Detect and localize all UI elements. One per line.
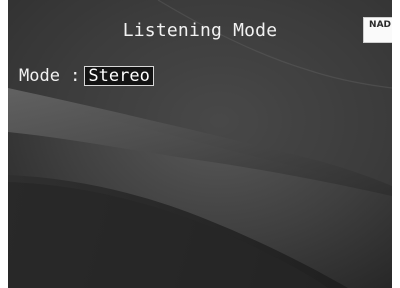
page-title: Listening Mode bbox=[122, 20, 278, 41]
device-frame: Listening Mode NAD Mode : Stereo bbox=[0, 0, 400, 288]
mode-row: Mode : Stereo bbox=[19, 66, 154, 86]
background-swoosh bbox=[8, 0, 392, 288]
nad-logo-icon: NAD bbox=[363, 17, 392, 43]
nad-logo-text: NAD bbox=[369, 20, 391, 30]
mode-value-selector[interactable]: Stereo bbox=[84, 66, 154, 86]
display-screen: Listening Mode NAD Mode : Stereo bbox=[8, 0, 392, 288]
mode-label: Mode : bbox=[19, 66, 81, 86]
